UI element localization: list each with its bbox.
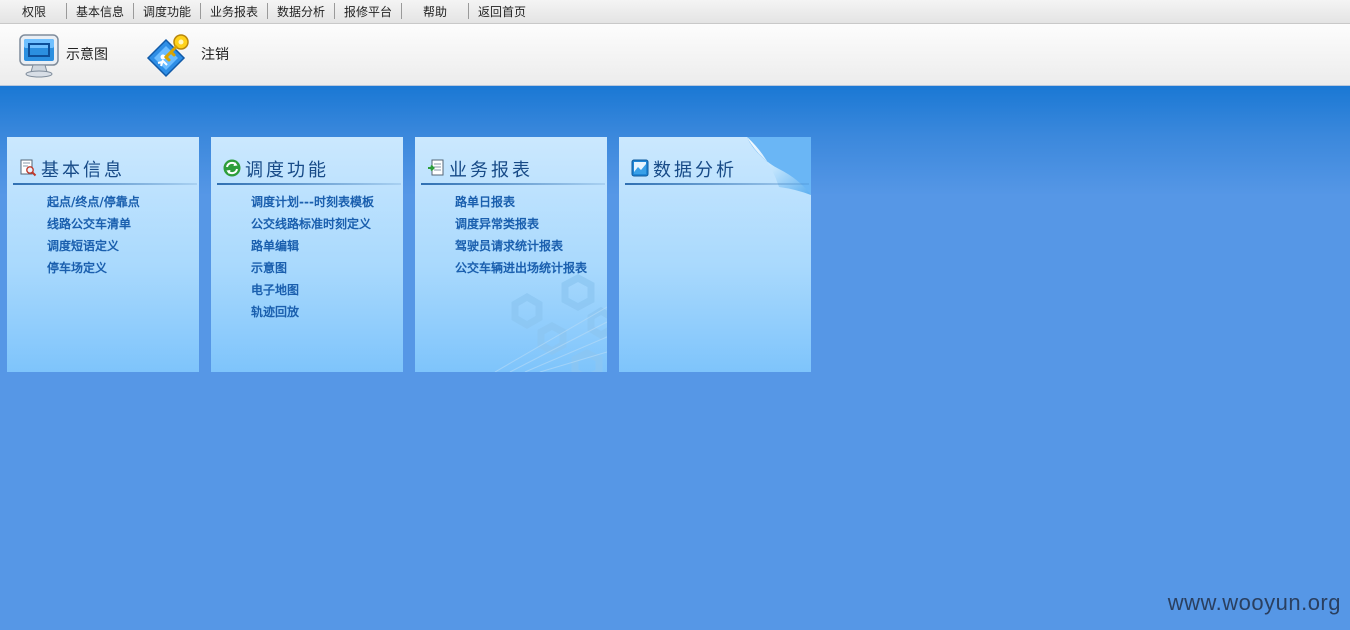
link-waybill-edit[interactable]: 路单编辑 [251, 235, 374, 257]
panel-link-list: 路单日报表 调度异常类报表 驾驶员请求统计报表 公交车辆进出场统计报表 [455, 191, 587, 279]
monitor-icon [18, 33, 60, 83]
toolbar: 示意图 注销 [0, 24, 1350, 86]
menu-repair-platform[interactable]: 报修平台 [338, 0, 398, 24]
link-bus-depot-report[interactable]: 公交车辆进出场统计报表 [455, 257, 587, 279]
link-line-bus-list[interactable]: 线路公交车清单 [47, 213, 140, 235]
panel-title: 数据分析 [653, 160, 737, 181]
report-icon [427, 159, 445, 177]
link-dispatch-phrases[interactable]: 调度短语定义 [47, 235, 140, 257]
panel-basic-info: 基本信息 起点/终点/停靠点 线路公交车清单 调度短语定义 停车场定义 [7, 137, 199, 372]
menu-separator [133, 3, 134, 19]
link-stops[interactable]: 起点/终点/停靠点 [47, 191, 140, 213]
menu-basic-info[interactable]: 基本信息 [70, 0, 130, 24]
panel-data-analysis: 数据分析 [619, 137, 811, 372]
menu-home[interactable]: 返回首页 [472, 0, 532, 24]
link-parking-lot[interactable]: 停车场定义 [47, 257, 140, 279]
refresh-icon [223, 159, 241, 177]
menu-separator [468, 3, 469, 19]
panel-title: 基本信息 [41, 160, 125, 181]
panel-business-reports: 业务报表 路单日报表 调度异常类报表 驾驶员请求统计报表 公交车辆进出场统计报表 [415, 137, 607, 372]
logout-button[interactable]: 注销 [144, 24, 244, 86]
link-track-playback[interactable]: 轨迹回放 [251, 301, 374, 323]
link-dispatch-anomaly-report[interactable]: 调度异常类报表 [455, 213, 587, 235]
top-menu-bar: 权限 基本信息 调度功能 业务报表 数据分析 报修平台 帮助 返回首页 [0, 0, 1350, 24]
menu-business-reports[interactable]: 业务报表 [204, 0, 264, 24]
link-schematic[interactable]: 示意图 [251, 257, 374, 279]
menu-help[interactable]: 帮助 [405, 0, 465, 24]
link-standard-timing[interactable]: 公交线路标准时刻定义 [251, 213, 374, 235]
menu-separator [401, 3, 402, 19]
menu-separator [66, 3, 67, 19]
link-electronic-map[interactable]: 电子地图 [251, 279, 374, 301]
link-driver-request-report[interactable]: 驾驶员请求统计报表 [455, 235, 587, 257]
link-schedule-template[interactable]: 调度计划---时刻表模板 [251, 191, 374, 213]
panel-link-list: 起点/终点/停靠点 线路公交车清单 调度短语定义 停车场定义 [47, 191, 140, 279]
schematic-button[interactable]: 示意图 [18, 24, 118, 86]
chart-icon [631, 159, 649, 177]
menu-permissions[interactable]: 权限 [8, 0, 60, 24]
panel-link-list: 调度计划---时刻表模板 公交线路标准时刻定义 路单编辑 示意图 电子地图 轨迹… [251, 191, 374, 323]
menu-dispatch[interactable]: 调度功能 [137, 0, 197, 24]
logout-label: 注销 [201, 47, 229, 63]
panel-dispatch: 调度功能 调度计划---时刻表模板 公交线路标准时刻定义 路单编辑 示意图 电子… [211, 137, 403, 372]
link-daily-waybill-report[interactable]: 路单日报表 [455, 191, 587, 213]
menu-data-analysis[interactable]: 数据分析 [271, 0, 331, 24]
menu-separator [334, 3, 335, 19]
panel-title: 业务报表 [449, 160, 533, 181]
menu-separator [267, 3, 268, 19]
panel-title: 调度功能 [245, 160, 329, 181]
document-search-icon [19, 159, 37, 177]
schematic-label: 示意图 [66, 47, 108, 63]
key-icon [144, 32, 192, 82]
menu-separator [200, 3, 201, 19]
watermark: www.wooyun.org [1167, 590, 1341, 615]
